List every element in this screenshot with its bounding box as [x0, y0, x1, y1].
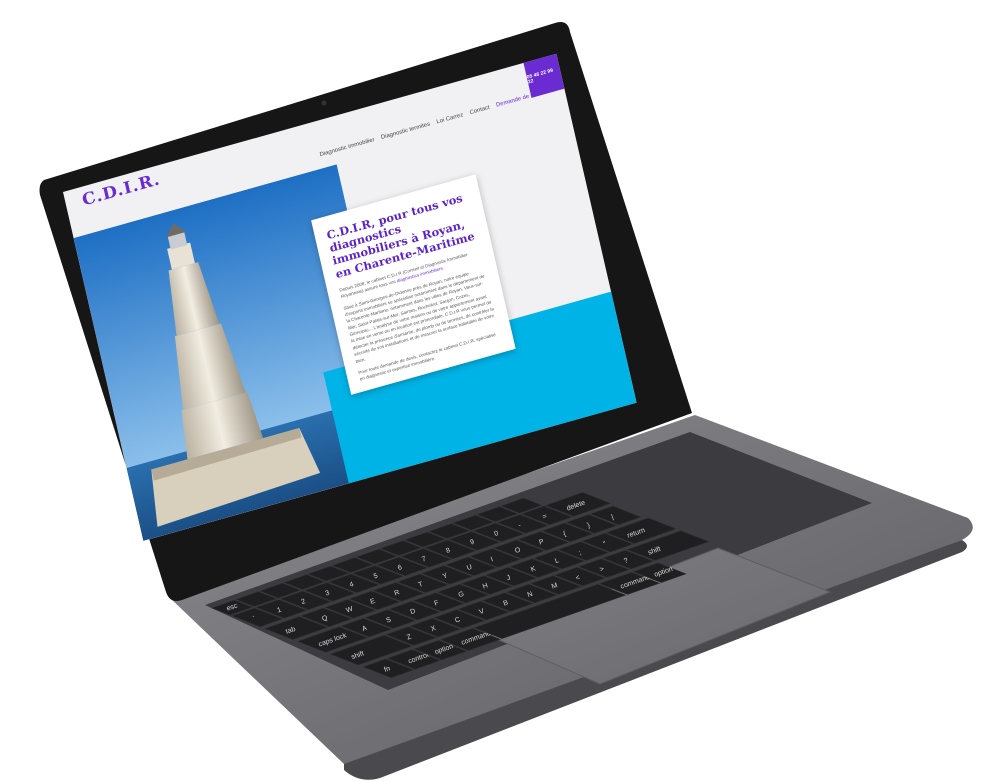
nav-diagnostic-immobilier[interactable]: Diagnostic immobilier	[319, 137, 375, 158]
nav-loi-carrez[interactable]: Loi Carrez	[436, 112, 464, 125]
laptop-mockup: esc ` 1 2 3 4 5 6 7 8 9 0- = delete tab Q W E R T Y U I O P{} | ca…	[0, 0, 1000, 782]
nav-diagnostic-termites[interactable]: Diagnostic termites	[380, 121, 430, 140]
webcam	[321, 100, 327, 106]
nav-contact[interactable]: Contact	[469, 105, 490, 116]
